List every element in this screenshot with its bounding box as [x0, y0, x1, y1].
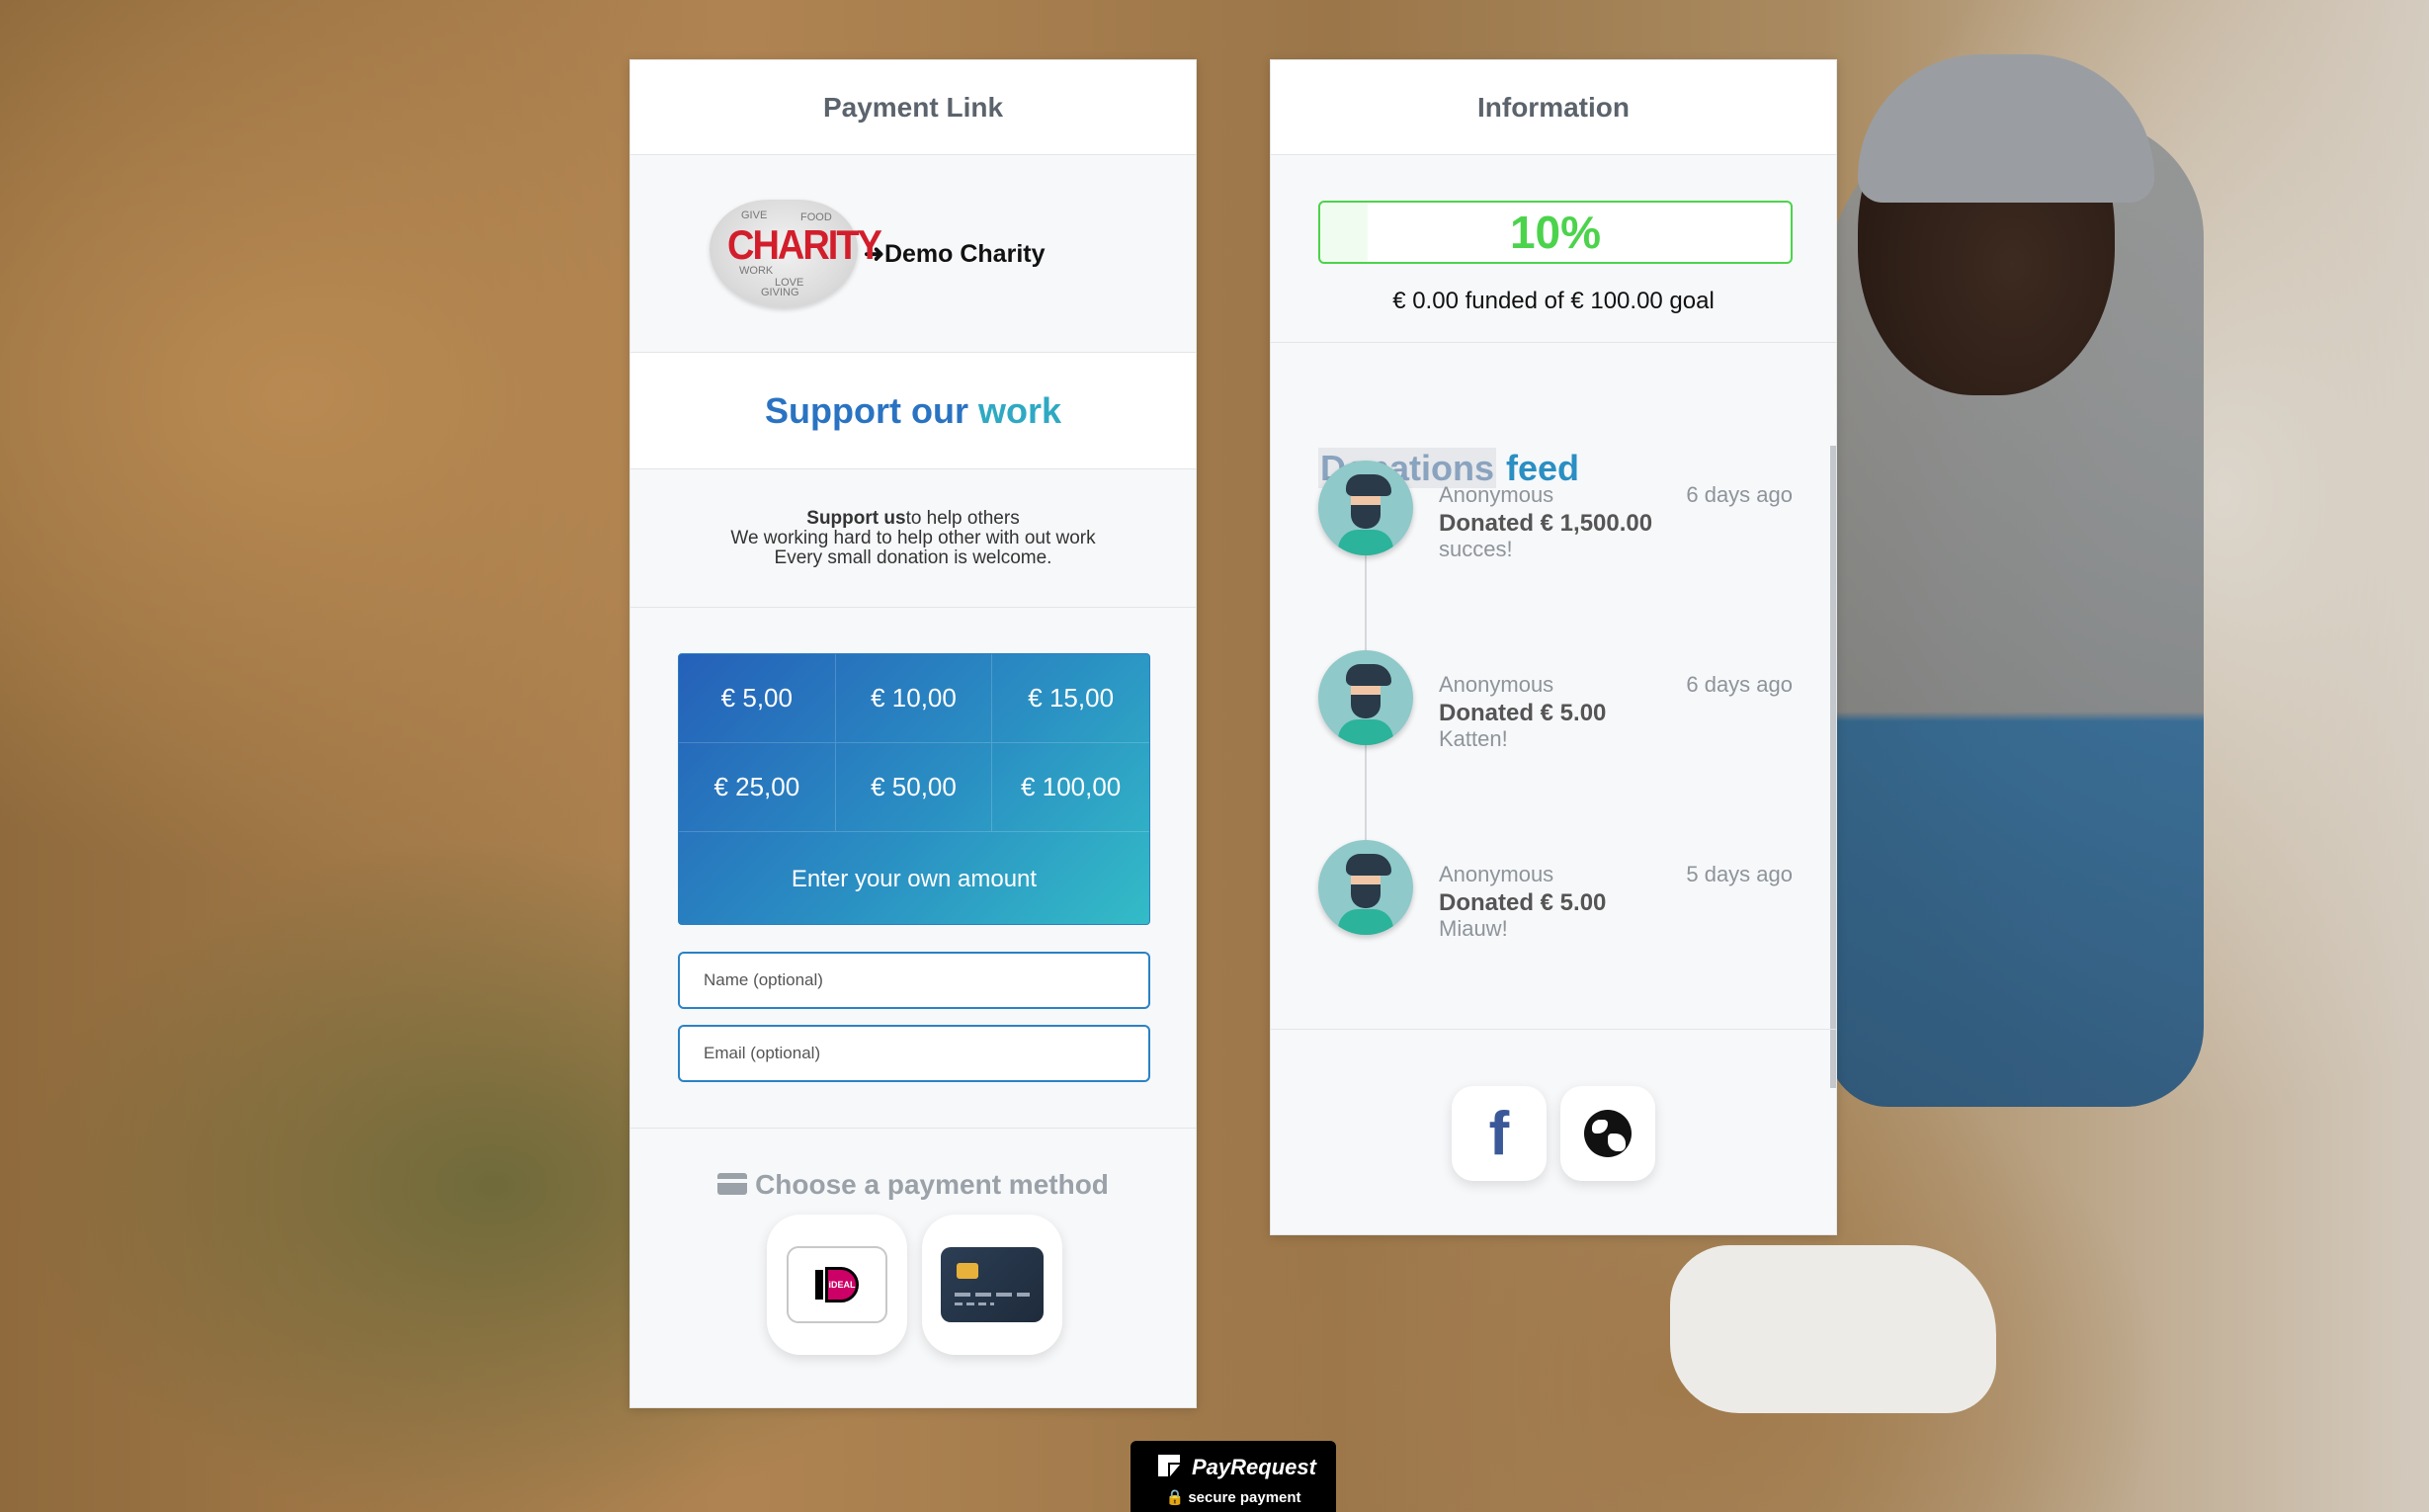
payrequest-brand: PayRequest: [1192, 1455, 1316, 1479]
amount-option-100[interactable]: € 100,00: [992, 743, 1149, 832]
support-description: Support usto help others We working hard…: [630, 469, 1196, 608]
feed-scrollbar[interactable]: [1830, 446, 1836, 1088]
donation-item: Anonymous 6 days ago Donated € 1,500.00 …: [1318, 461, 1793, 561]
website-button[interactable]: [1560, 1086, 1655, 1181]
donation-time: 5 days ago: [1686, 862, 1793, 886]
information-card: Information 10% € 0.00 funded of € 100.0…: [1270, 59, 1837, 1235]
avatar: [1318, 840, 1413, 935]
brand-row: GIVE FOOD CHARITY WORK LOVE GIVING ➜Demo…: [630, 155, 1196, 353]
divider: [1271, 1029, 1836, 1030]
progress-percent: 10%: [1509, 207, 1602, 258]
brand-name: ➜Demo Charity: [864, 239, 1046, 268]
ideal-payment-button[interactable]: iDEAL: [767, 1215, 907, 1355]
amount-option-50[interactable]: € 50,00: [835, 743, 993, 832]
donation-amount: Donated € 5.00: [1439, 700, 1607, 726]
credit-card-payment-button[interactable]: [922, 1215, 1062, 1355]
secure-payment-text: 🔒 secure payment: [1165, 1489, 1301, 1506]
avatar: [1318, 461, 1413, 555]
donation-time: 6 days ago: [1686, 482, 1793, 507]
donation-message: succes!: [1439, 537, 1513, 561]
donor-name: Anonymous: [1439, 672, 1554, 697]
own-amount-button[interactable]: Enter your own amount: [679, 832, 1149, 924]
amount-option-25[interactable]: € 25,00: [679, 743, 836, 832]
background-person-cap: [1858, 54, 2154, 203]
avatar: [1318, 650, 1413, 745]
credit-card-small-icon: [717, 1173, 748, 1195]
divider: [630, 1128, 1196, 1129]
payrequest-badge[interactable]: PayRequest 🔒 secure payment: [1131, 1441, 1336, 1512]
funded-text: € 0.00 funded of € 100.00 goal: [1392, 288, 1715, 314]
payrequest-logo-icon: [1158, 1455, 1180, 1476]
amount-option-15[interactable]: € 15,00: [992, 654, 1149, 743]
payment-link-card: Payment Link GIVE FOOD CHARITY WORK LOVE…: [629, 59, 1197, 1408]
donation-item: Anonymous 6 days ago Donated € 5.00 Katt…: [1318, 650, 1793, 751]
charity-logo: GIVE FOOD CHARITY WORK LOVE GIVING: [710, 199, 882, 308]
donation-amount: Donated € 1,500.00: [1439, 510, 1653, 537]
support-title: Support our work: [630, 353, 1196, 469]
email-input[interactable]: [678, 1025, 1150, 1082]
facebook-icon: f: [1488, 1099, 1510, 1168]
amount-selector: € 5,00 € 10,00 € 15,00 € 25,00 € 50,00 €…: [678, 653, 1150, 925]
amount-option-10[interactable]: € 10,00: [835, 654, 993, 743]
globe-icon: [1584, 1110, 1632, 1157]
payment-link-header: Payment Link: [630, 60, 1196, 155]
donation-item: Anonymous 5 days ago Donated € 5.00 Miau…: [1318, 840, 1793, 941]
information-header: Information: [1271, 60, 1836, 155]
donor-name: Anonymous: [1439, 482, 1554, 507]
payment-method-title: Choose a payment method: [630, 1169, 1196, 1201]
donation-time: 6 days ago: [1686, 672, 1793, 697]
name-input[interactable]: [678, 952, 1150, 1009]
ideal-icon: iDEAL: [787, 1246, 887, 1323]
donation-message: Miauw!: [1439, 916, 1508, 941]
facebook-button[interactable]: f: [1452, 1086, 1547, 1181]
background-shoe: [1670, 1245, 1996, 1413]
donor-name: Anonymous: [1439, 862, 1554, 886]
progress-bar: 10%: [1318, 201, 1793, 264]
credit-card-icon: [941, 1247, 1044, 1322]
donation-amount: Donated € 5.00: [1439, 889, 1607, 916]
donation-message: Katten!: [1439, 726, 1508, 751]
amount-option-5[interactable]: € 5,00: [679, 654, 836, 743]
